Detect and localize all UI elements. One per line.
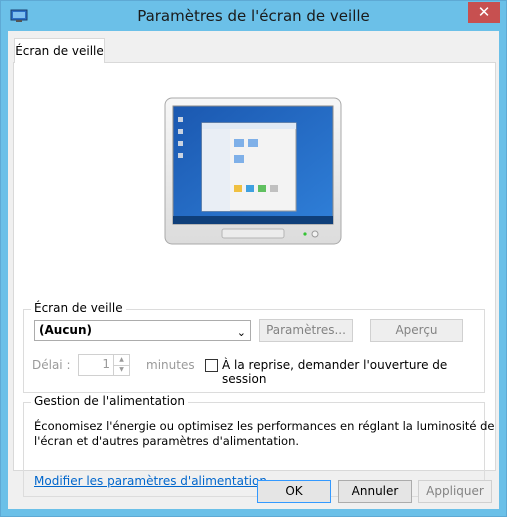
- window-title: Paramètres de l'écran de veille: [137, 7, 370, 25]
- delay-label: Délai :: [32, 358, 71, 372]
- dialog-window: Paramètres de l'écran de veille ✕ Écran …: [0, 0, 507, 517]
- monitor-preview: [164, 97, 342, 245]
- tab-screensaver[interactable]: Écran de veille: [14, 38, 105, 63]
- title-bar[interactable]: Paramètres de l'écran de veille ✕: [1, 1, 506, 31]
- resume-label[interactable]: À la reprise, demander l'ouverture de se…: [222, 358, 484, 386]
- chevron-down-icon: ⌄: [236, 326, 246, 339]
- delay-spinner[interactable]: 1 ▲ ▼: [78, 354, 130, 376]
- power-description-line1: Économisez l'énergie ou optimisez les pe…: [34, 419, 495, 433]
- resume-checkbox[interactable]: [205, 359, 218, 372]
- preview-button[interactable]: Aperçu: [370, 319, 463, 342]
- minutes-label: minutes: [146, 358, 195, 372]
- power-group: Gestion de l'alimentation Économisez l'é…: [23, 394, 495, 497]
- apply-button[interactable]: Appliquer: [418, 480, 492, 503]
- tab-panel: Écran de veille (Aucun) ⌄ Paramètres... …: [13, 62, 496, 497]
- settings-button[interactable]: Paramètres...: [259, 319, 353, 342]
- power-description-line2: l'écran et d'autres paramètres d'aliment…: [34, 434, 300, 448]
- close-button[interactable]: ✕: [468, 2, 500, 23]
- spinner-down-icon[interactable]: ▼: [114, 365, 129, 375]
- cancel-button[interactable]: Annuler: [338, 480, 412, 503]
- screensaver-group-label: Écran de veille: [31, 301, 126, 315]
- screensaver-select-value: (Aucun): [39, 323, 92, 337]
- screensaver-select[interactable]: (Aucun) ⌄: [34, 320, 251, 341]
- dialog-body: Écran de veille Écran de veille (Aucun) …: [8, 31, 499, 509]
- delay-value: 1: [102, 357, 110, 371]
- screensaver-group: Écran de veille (Aucun) ⌄ Paramètres... …: [23, 301, 485, 393]
- power-settings-link[interactable]: Modifier les paramètres d'alimentation: [34, 474, 267, 488]
- ok-button[interactable]: OK: [257, 480, 331, 503]
- close-icon: ✕: [477, 3, 491, 21]
- power-group-label: Gestion de l'alimentation: [31, 394, 188, 408]
- spinner-arrows[interactable]: ▲ ▼: [113, 355, 129, 375]
